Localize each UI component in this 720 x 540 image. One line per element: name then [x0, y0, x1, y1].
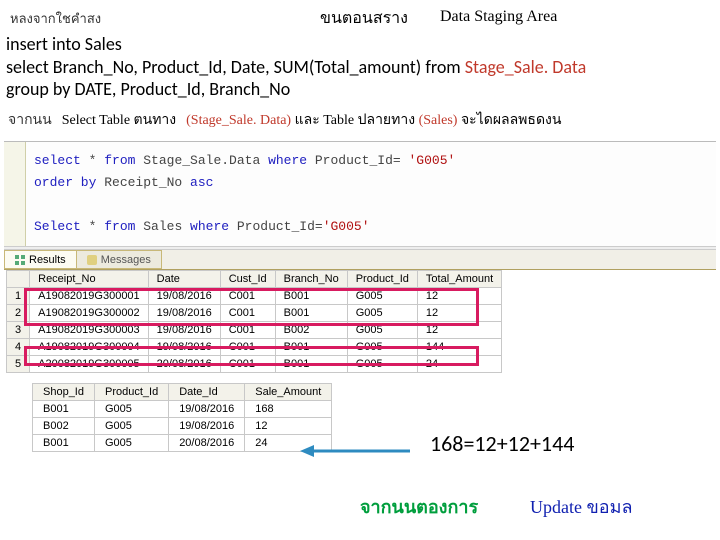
results-table-1: Receipt_NoDateCust_IdBranch_NoProduct_Id… [6, 270, 502, 373]
sql-insert-block: insert into Sales select Branch_No, Prod… [0, 31, 720, 105]
table-row[interactable]: 4A19082019G30000419/08/2016C001B001G0051… [7, 338, 502, 355]
footer-next-step: จากนนตองการ [360, 492, 478, 521]
table-row[interactable]: 3A19082019G30000319/08/2016C001B002G0051… [7, 321, 502, 338]
sum-annotation: 168=12+12+144 [430, 430, 574, 457]
table-row[interactable]: 1A19082019G30000119/08/2016C001B001G0051… [7, 287, 502, 304]
sql-editor[interactable]: selectselect * from Stage_Sale.Data wher… [4, 142, 716, 246]
sql-line-2: select Branch_No, Product_Id, Date, SUM(… [6, 56, 714, 79]
table-row[interactable]: B001G00520/08/201624 [33, 434, 332, 451]
result-tabs: Results Messages [4, 250, 716, 270]
sql-line-3: group by DATE, Product_Id, Branch_No [6, 78, 714, 101]
arrow-annotation [300, 442, 410, 460]
explain-select: Select Table ตนทาง [62, 109, 176, 131]
ssms-panel: selectselect * from Stage_Sale.Data wher… [4, 141, 716, 452]
header-mid: ขนตอนสราง [320, 6, 408, 31]
grid-icon [15, 255, 25, 265]
header-right: Data Staging Area [440, 8, 557, 26]
tab-results[interactable]: Results [4, 250, 77, 269]
table-row[interactable]: 2A19082019G30000219/08/2016C001B001G0051… [7, 304, 502, 321]
results-table-2: Shop_IdProduct_IdDate_IdSale_Amount B001… [32, 383, 332, 452]
tab-messages[interactable]: Messages [76, 250, 162, 269]
sql-line-1: insert into Sales [6, 33, 714, 56]
header-left: หลงจากใชคำสง [10, 8, 101, 29]
table-row[interactable]: B002G00519/08/201612 [33, 417, 332, 434]
messages-icon [87, 255, 97, 265]
footer-update: Update ขอมล [530, 492, 633, 521]
explain-line: จากนน Select Table ตนทาง (Stage_Sale. Da… [0, 105, 720, 137]
table-row[interactable]: 5A20082019G30000520/08/2016C001B001G0052… [7, 355, 502, 372]
table-row[interactable]: B001G00519/08/2016168 [33, 400, 332, 417]
explain-label: จากนน [8, 109, 52, 131]
